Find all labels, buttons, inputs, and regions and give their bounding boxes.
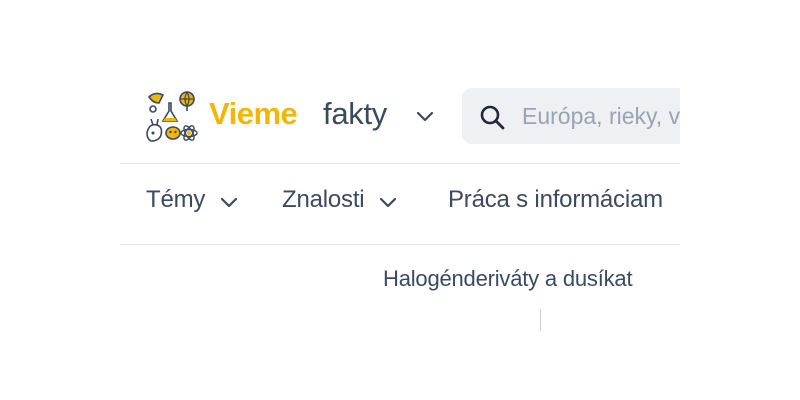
nav-item-label: Témy [146,186,206,213]
page: Vieme fakty Témy [0,0,800,400]
brand-name-secondary[interactable]: fakty [323,96,387,132]
chevron-down-icon[interactable] [414,106,436,126]
viewport-clip: Vieme fakty Témy [0,0,680,400]
chevron-down-icon [219,193,239,211]
nav-item-znalosti[interactable]: Znalosti [282,186,398,214]
chevron-down-icon [378,193,398,211]
text-cursor-divider [540,309,541,331]
nav-divider [120,244,680,245]
nav-item-temy[interactable]: Témy [146,186,239,214]
nav-item-praca-s-informaciami[interactable]: Práca s informáciam [448,186,663,214]
page-title: Halogénderiváty a dusíkat [383,266,633,291]
search-box[interactable] [462,88,680,144]
science-doodle-logo-icon[interactable] [143,89,199,145]
search-icon[interactable] [478,103,506,131]
nav-item-label: Znalosti [282,186,365,213]
brand-name-primary[interactable]: Vieme [209,96,298,132]
search-input[interactable] [522,101,680,131]
header-divider [120,163,680,164]
nav-item-label: Práca s informáciam [448,186,663,213]
